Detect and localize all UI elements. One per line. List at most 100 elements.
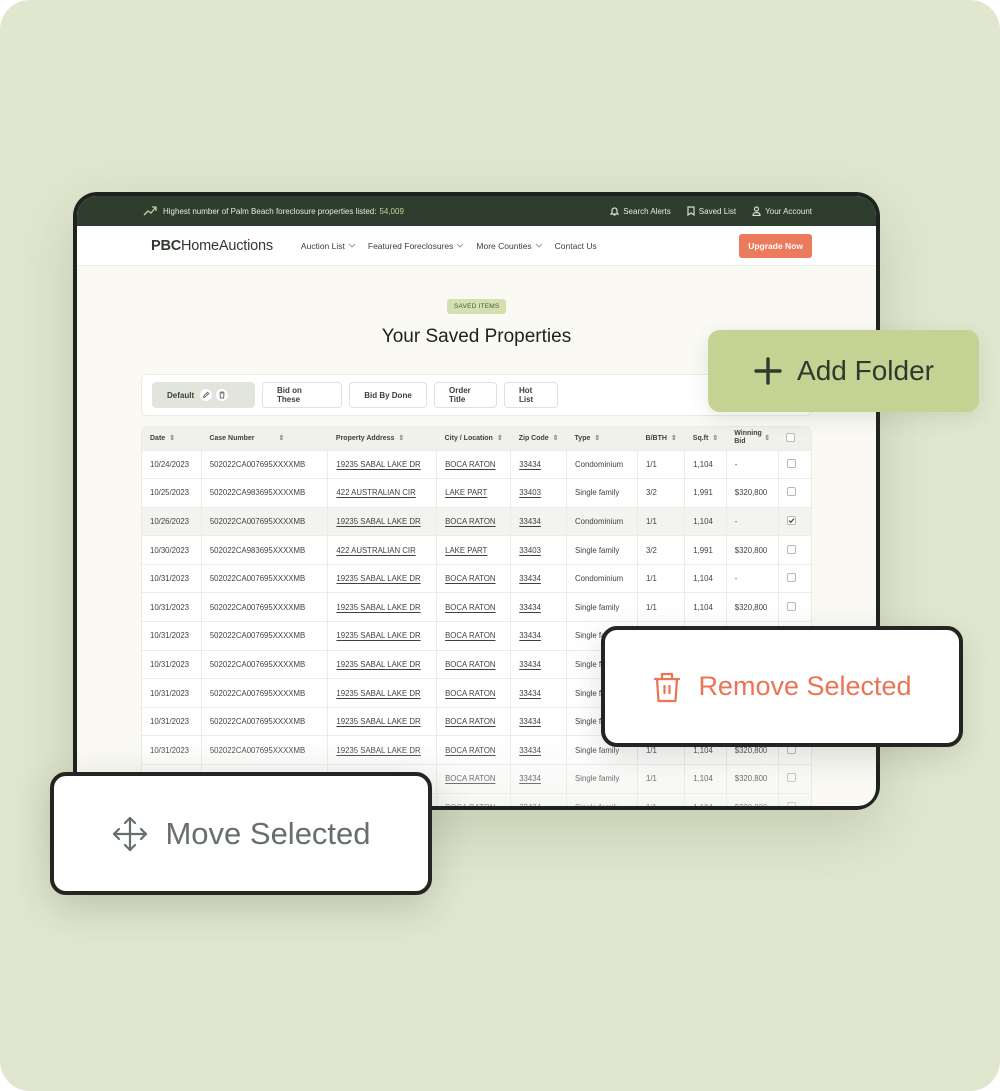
cell-city[interactable]: BOCA RATON — [436, 592, 512, 622]
cell-zip[interactable]: 33434 — [510, 764, 568, 794]
cell-city-link[interactable]: BOCA RATON — [445, 774, 495, 783]
cell-zip-link[interactable]: 33403 — [519, 546, 541, 555]
cell-city-link[interactable]: BOCA RATON — [445, 603, 495, 612]
cell-zip-link[interactable]: 33434 — [519, 660, 541, 669]
row-checkbox[interactable] — [786, 544, 796, 554]
cell-zip[interactable]: 33434 — [510, 678, 568, 708]
cell-address[interactable]: 19235 SABAL LAKE DR — [327, 507, 438, 536]
cell-city-link[interactable]: BOCA RATON — [445, 803, 495, 806]
cell-city-link[interactable]: LAKE PART — [445, 546, 487, 555]
cell-zip-link[interactable]: 33434 — [519, 746, 541, 755]
cell-city[interactable]: BOCA RATON — [436, 764, 512, 794]
col-property-address[interactable]: Property Address ⇕ — [328, 427, 437, 450]
cell-city-link[interactable]: BOCA RATON — [445, 574, 495, 583]
cell-zip[interactable]: 33403 — [510, 478, 568, 508]
cell-city[interactable]: BOCA RATON — [436, 450, 512, 479]
cell-city-link[interactable]: LAKE PART — [445, 488, 487, 497]
cell-zip-link[interactable]: 33434 — [519, 517, 541, 526]
folder-tab-hot-list[interactable]: Hot List — [504, 382, 558, 408]
row-checkbox[interactable] — [786, 601, 796, 611]
nav-more-counties[interactable]: More Counties — [476, 241, 543, 251]
cell-city[interactable]: BOCA RATON — [436, 793, 512, 806]
row-checkbox[interactable] — [786, 802, 796, 806]
cell-address-link[interactable]: 19235 SABAL LAKE DR — [336, 746, 420, 755]
row-checkbox[interactable] — [786, 773, 796, 783]
folder-tab-default[interactable]: Default — [152, 382, 255, 408]
cell-zip[interactable]: 33434 — [510, 592, 568, 622]
move-selected-button[interactable]: Move Selected — [50, 772, 432, 895]
select-all-checkbox[interactable] — [786, 432, 796, 442]
cell-address-link[interactable]: 19235 SABAL LAKE DR — [336, 460, 420, 469]
cell-zip[interactable]: 33434 — [510, 650, 568, 679]
cell-address[interactable]: 422 AUSTRALIAN CIR — [327, 535, 438, 565]
cell-zip-link[interactable]: 33403 — [519, 488, 541, 497]
cell-city-link[interactable]: BOCA RATON — [445, 517, 495, 526]
cell-address-link[interactable]: 422 AUSTRALIAN CIR — [336, 546, 415, 555]
cell-zip-link[interactable]: 33434 — [519, 603, 541, 612]
cell-city[interactable]: BOCA RATON — [436, 507, 512, 536]
cell-address-link[interactable]: 19235 SABAL LAKE DR — [336, 603, 420, 612]
cell-city[interactable]: BOCA RATON — [436, 621, 512, 651]
cell-zip[interactable]: 33434 — [510, 793, 568, 806]
cell-zip-link[interactable]: 33434 — [519, 460, 541, 469]
cell-zip-link[interactable]: 33434 — [519, 774, 541, 783]
cell-address[interactable]: 19235 SABAL LAKE DR — [327, 450, 438, 479]
cell-city-link[interactable]: BOCA RATON — [445, 689, 495, 698]
remove-selected-button[interactable]: Remove Selected — [601, 626, 963, 747]
col-select-all[interactable] — [778, 427, 811, 450]
cell-address-link[interactable]: 19235 SABAL LAKE DR — [336, 660, 420, 669]
row-checkbox[interactable] — [786, 516, 796, 526]
cell-address[interactable]: 422 AUSTRALIAN CIR — [327, 478, 438, 508]
row-checkbox[interactable] — [786, 458, 796, 468]
cell-city[interactable]: BOCA RATON — [436, 707, 512, 736]
cell-zip-link[interactable]: 33434 — [519, 574, 541, 583]
cell-address[interactable]: 19235 SABAL LAKE DR — [327, 735, 438, 765]
table-row[interactable]: 10/25/2023 502022CA983695XXXXMB 422 AUSTRA… — [142, 478, 811, 508]
cell-address-link[interactable]: 19235 SABAL LAKE DR — [336, 631, 420, 640]
folder-tab-bid-on-these[interactable]: Bid on These — [262, 382, 342, 408]
upgrade-now-button[interactable]: Upgrade Now — [739, 233, 812, 258]
cell-city[interactable]: BOCA RATON — [436, 678, 512, 708]
nav-featured-foreclosures[interactable]: Featured Foreclosures — [368, 241, 465, 251]
cell-address-link[interactable]: 422 AUSTRALIAN CIR — [336, 488, 415, 497]
cell-address[interactable]: 19235 SABAL LAKE DR — [327, 650, 438, 679]
cell-address[interactable]: 19235 SABAL LAKE DR — [327, 621, 438, 651]
col-city[interactable]: City / Location ⇕ — [437, 427, 511, 450]
cell-city-link[interactable]: BOCA RATON — [445, 717, 495, 726]
saved-list-link[interactable]: Saved List — [687, 206, 736, 216]
cell-address-link[interactable]: 19235 SABAL LAKE DR — [336, 717, 420, 726]
table-row[interactable]: 10/26/2023 502022CA007695XXXXMB 19235 SABA… — [142, 507, 811, 536]
search-alerts-link[interactable]: Search Alerts — [610, 206, 671, 216]
cell-zip-link[interactable]: 33434 — [519, 717, 541, 726]
cell-zip[interactable]: 33434 — [510, 621, 568, 651]
cell-zip[interactable]: 33434 — [510, 735, 568, 765]
col-sqft[interactable]: Sq.ft ⇕ — [685, 427, 726, 450]
nav-auction-list[interactable]: Auction List — [301, 241, 356, 251]
cell-zip[interactable]: 33403 — [510, 535, 568, 565]
cell-city[interactable]: BOCA RATON — [436, 650, 512, 679]
table-row[interactable]: 10/31/2023502022CA007695XXXXMB 19235 SABA… — [142, 564, 811, 593]
edit-folder-button[interactable] — [200, 389, 212, 401]
cell-address[interactable]: 19235 SABAL LAKE DR — [327, 678, 438, 708]
cell-address-link[interactable]: 19235 SABAL LAKE DR — [336, 517, 420, 526]
cell-address[interactable]: 19235 SABAL LAKE DR — [327, 592, 438, 622]
cell-city-link[interactable]: BOCA RATON — [445, 631, 495, 640]
cell-city-link[interactable]: BOCA RATON — [445, 460, 495, 469]
table-row[interactable]: 10/30/2023 502022CA983695XXXXMB 422 AUSTRA… — [142, 535, 811, 565]
your-account-link[interactable]: Your Account — [752, 206, 812, 216]
col-winning-bid[interactable]: Winning Bid ⇕ — [726, 427, 778, 450]
cell-zip-link[interactable]: 33434 — [519, 689, 541, 698]
cell-address[interactable]: 19235 SABAL LAKE DR — [327, 707, 438, 736]
cell-city[interactable]: LAKE PART — [436, 478, 512, 508]
cell-zip-link[interactable]: 33434 — [519, 803, 541, 806]
cell-address-link[interactable]: 19235 SABAL LAKE DR — [336, 689, 420, 698]
cell-city[interactable]: BOCA RATON — [436, 564, 512, 593]
cell-zip[interactable]: 33434 — [510, 564, 568, 593]
col-case-number[interactable]: Case Number ⇕ — [201, 427, 328, 450]
col-bbth[interactable]: B/BTH ⇕ — [638, 427, 685, 450]
cell-address-link[interactable]: 19235 SABAL LAKE DR — [336, 574, 420, 583]
folder-tab-order-title[interactable]: Order Title — [434, 382, 497, 408]
cell-city[interactable]: BOCA RATON — [436, 735, 512, 765]
cell-city-link[interactable]: BOCA RATON — [445, 746, 495, 755]
cell-zip[interactable]: 33434 — [510, 707, 568, 736]
